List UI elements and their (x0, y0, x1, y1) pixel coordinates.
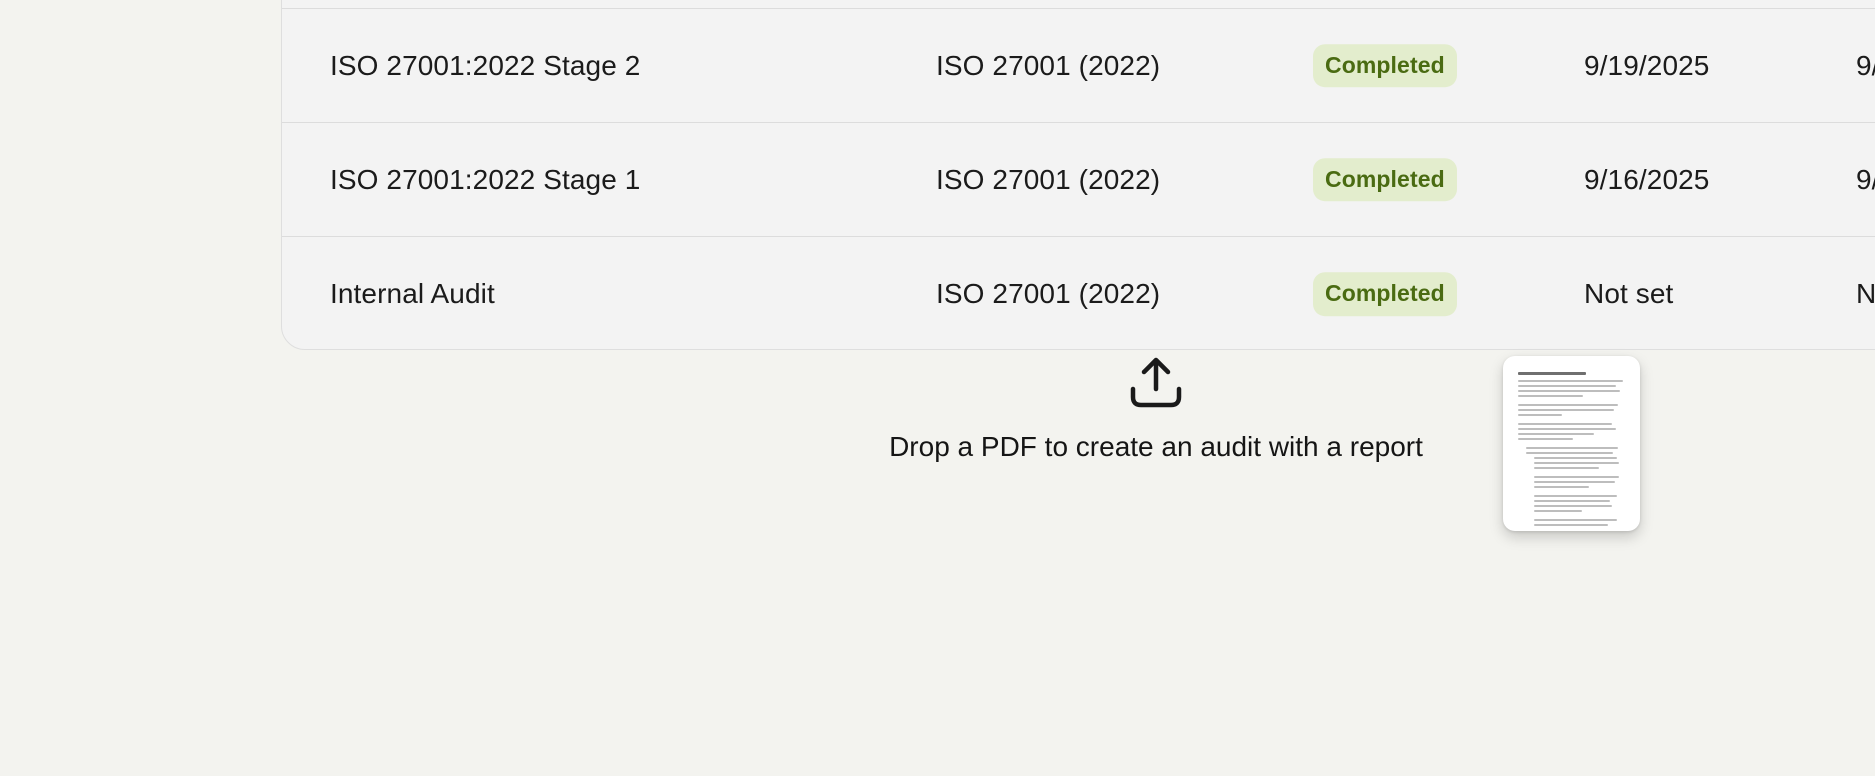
audit-framework: ISO 27001 (2022) (936, 163, 1161, 195)
audit-start-date: 9/16/2025 (1584, 163, 1710, 195)
audit-end-date: N (1856, 278, 1875, 309)
pdf-drop-zone[interactable]: Drop a PDF to create an audit with a rep… (820, 355, 1492, 475)
status-cell: Completed (1313, 43, 1457, 88)
audit-name: ISO 27001:2022 Stage 1 (330, 163, 641, 195)
audit-framework: ISO 27001 (2022) (936, 49, 1161, 81)
status-cell: Completed (1313, 272, 1457, 316)
audit-end-date: 9/ (1856, 49, 1875, 81)
audits-table: ISO 27001:2022 Stage 2 ISO 27001 (2022) … (281, 0, 1875, 350)
status-cell: Completed (1313, 157, 1457, 202)
table-row[interactable]: ISO 27001:2022 Stage 1 ISO 27001 (2022) … (282, 123, 1875, 237)
upload-icon (1130, 357, 1182, 408)
audit-end-date: 9/ (1856, 163, 1875, 195)
audit-name: ISO 27001:2022 Stage 2 (330, 49, 641, 81)
status-badge: Completed (1313, 157, 1457, 202)
dragged-pdf-thumbnail[interactable] (1503, 356, 1640, 531)
drop-instruction: Drop a PDF to create an audit with a rep… (889, 431, 1423, 462)
table-row[interactable]: ISO 27001:2022 Stage 2 ISO 27001 (2022) … (282, 9, 1875, 123)
table-row[interactable]: Internal Audit ISO 27001 (2022) Complete… (282, 237, 1875, 349)
status-badge: Completed (1313, 272, 1457, 316)
audit-start-date: Not set (1584, 278, 1674, 309)
status-badge: Completed (1313, 43, 1457, 88)
audit-name: Internal Audit (330, 278, 495, 309)
audit-framework: ISO 27001 (2022) (936, 278, 1161, 309)
audits-page: ISO 27001:2022 Stage 2 ISO 27001 (2022) … (0, 0, 1875, 776)
audit-start-date: 9/19/2025 (1584, 49, 1710, 81)
